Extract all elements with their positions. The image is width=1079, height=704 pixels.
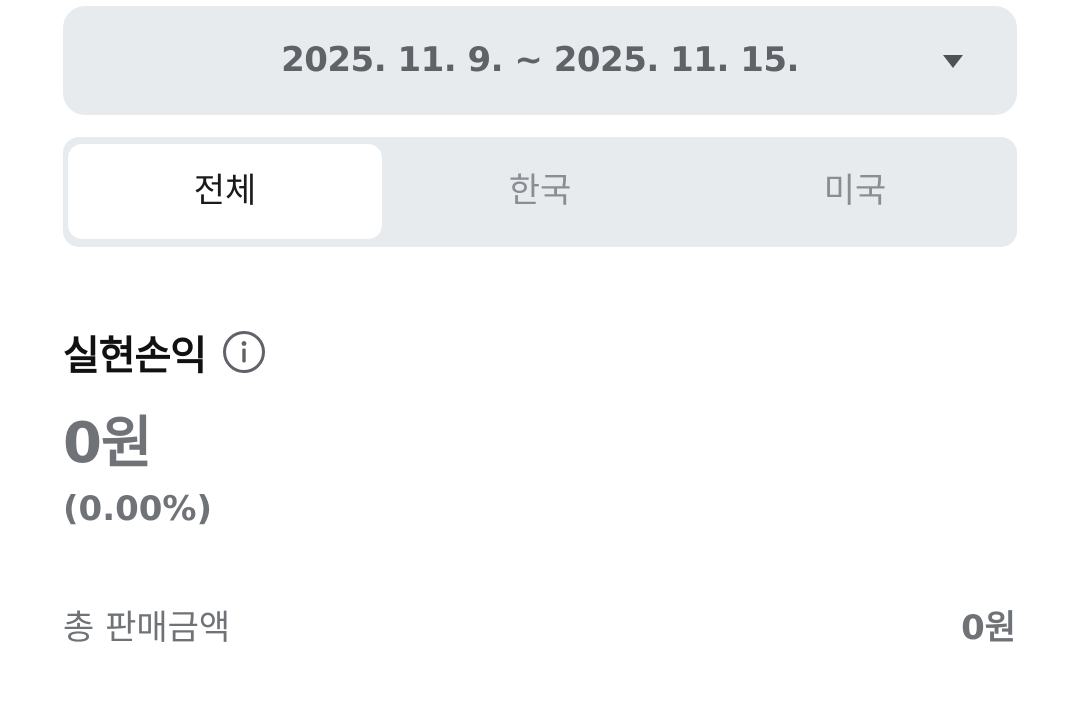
total-sales-value: 0원 [961, 608, 1016, 648]
tab-all[interactable]: 전체 [68, 144, 382, 239]
realized-pnl-page: 2025. 11. 9. ~ 2025. 11. 15. 전체 한국 미국 실현… [0, 0, 1079, 704]
caret-down-icon [943, 55, 963, 68]
date-range-selector[interactable]: 2025. 11. 9. ~ 2025. 11. 15. [63, 6, 1017, 115]
market-segmented-control: 전체 한국 미국 [63, 137, 1017, 247]
date-range-label: 2025. 11. 9. ~ 2025. 11. 15. [281, 40, 799, 80]
pnl-percent: (0.00%) [63, 489, 213, 529]
pnl-amount: 0원 [63, 411, 152, 476]
total-sales-row: 총 판매금액 0원 [63, 600, 1016, 656]
section-title: 실현손익 [63, 333, 207, 379]
info-icon[interactable] [222, 330, 266, 374]
tab-usa[interactable]: 미국 [698, 144, 1012, 239]
total-sales-label: 총 판매금액 [63, 608, 231, 648]
section-header: 실현손익 [63, 322, 266, 382]
tab-korea[interactable]: 한국 [383, 144, 697, 239]
